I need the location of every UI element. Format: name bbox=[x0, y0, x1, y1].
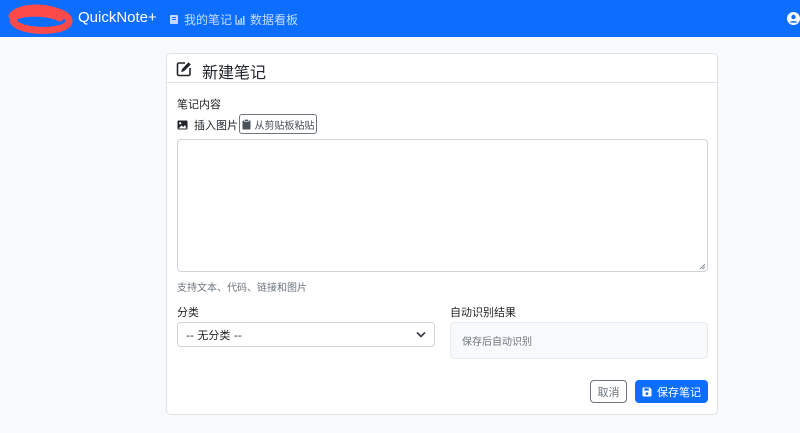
image-icon bbox=[177, 120, 188, 130]
category-select[interactable]: -- 无分类 -- bbox=[177, 322, 435, 347]
clipboard-icon bbox=[242, 118, 250, 129]
insert-image-button[interactable]: 插入图片 bbox=[177, 116, 238, 134]
insert-image-label: 插入图片 bbox=[194, 119, 238, 132]
content-label: 笔记内容 bbox=[177, 98, 221, 111]
cancel-button[interactable]: 取消 bbox=[590, 380, 627, 403]
auto-detect-label: 自动识别结果 bbox=[450, 306, 516, 319]
redacted-logo-scribble bbox=[8, 4, 73, 34]
nav-link-label: 数据看板 bbox=[250, 13, 299, 27]
chevron-down-icon bbox=[416, 331, 426, 338]
nav-link-dashboard[interactable]: 数据看板 bbox=[235, 11, 298, 28]
paste-from-clipboard-button[interactable]: 从剪贴板粘贴 bbox=[239, 114, 317, 134]
bar-chart-icon bbox=[235, 15, 245, 25]
brand-name[interactable]: QuickNote+ bbox=[78, 9, 157, 26]
page-title: 新建笔记 bbox=[202, 63, 267, 82]
save-note-button[interactable]: 保存笔记 bbox=[635, 380, 708, 403]
note-content-textarea[interactable] bbox=[177, 139, 708, 272]
resize-handle-icon[interactable] bbox=[699, 263, 705, 269]
content-help-text: 支持文本、代码、链接和图片 bbox=[177, 283, 307, 294]
floppy-disk-icon bbox=[642, 387, 652, 396]
new-note-card: 新建笔记 笔记内容 插入图片 从剪贴板粘贴 支持文本、代码、链接和图片 分类 -… bbox=[166, 53, 718, 415]
top-navbar: QuickNote+ 我的笔记 数据看板 bbox=[0, 0, 800, 37]
notes-icon bbox=[170, 15, 178, 24]
cancel-button-label: 取消 bbox=[597, 385, 620, 399]
auto-detect-placeholder: 保存后自动识别 bbox=[462, 337, 532, 348]
card-header: 新建笔记 bbox=[167, 54, 717, 83]
category-selected-value: -- 无分类 -- bbox=[186, 328, 242, 342]
save-button-label: 保存笔记 bbox=[657, 385, 701, 399]
category-label: 分类 bbox=[177, 306, 199, 319]
paste-button-label: 从剪贴板粘贴 bbox=[254, 120, 315, 132]
nav-link-label: 我的笔记 bbox=[184, 13, 233, 27]
nav-link-my-notes[interactable]: 我的笔记 bbox=[169, 11, 232, 28]
pencil-square-icon bbox=[176, 62, 191, 77]
user-circle-icon[interactable] bbox=[787, 12, 800, 25]
auto-detect-result: 保存后自动识别 bbox=[450, 322, 708, 359]
